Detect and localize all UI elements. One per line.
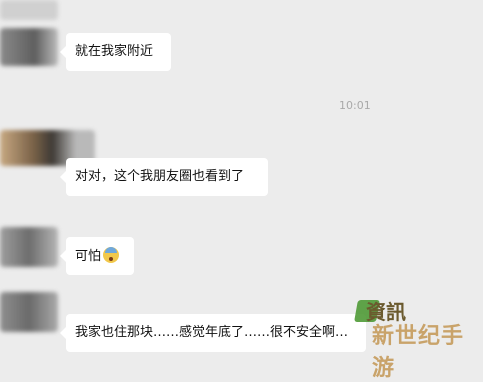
message-text: 我家也住那块……感觉年底了……很不安全啊… — [75, 325, 349, 340]
message-text: 可怕 — [75, 249, 102, 264]
message-bubble: 对对，这个我朋友圈也看到了 — [60, 158, 268, 196]
avatar[interactable] — [0, 292, 58, 332]
avatar[interactable] — [0, 0, 58, 20]
watermark-brand: 新世纪手游 — [372, 324, 465, 381]
message-bubble: 我家也住那块……感觉年底了……很不安全啊… — [60, 314, 366, 352]
fearful-face-emoji-icon — [103, 247, 120, 263]
avatar[interactable] — [0, 28, 58, 66]
message-bubble: 就在我家附近 — [60, 33, 171, 71]
avatar[interactable] — [0, 227, 58, 267]
message-bubble: 可怕 — [60, 237, 134, 275]
timestamp: 10:01 — [339, 99, 371, 112]
message-text: 就在我家附近 — [75, 44, 154, 59]
message-text: 对对，这个我朋友圈也看到了 — [75, 169, 245, 184]
